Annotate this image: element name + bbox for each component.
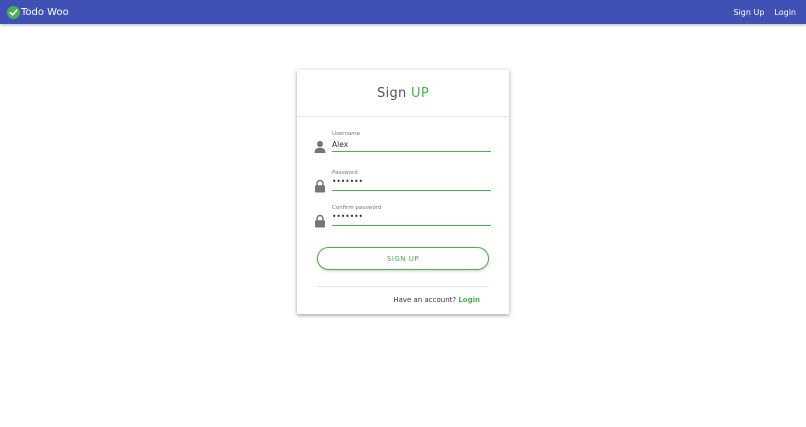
title-accent: UP bbox=[411, 85, 429, 101]
confirm-password-label: Confirm password bbox=[332, 205, 382, 211]
password-field: Password ••••••• bbox=[313, 170, 491, 196]
brand-name: Todo Woo bbox=[21, 6, 69, 18]
nav-links: Sign Up Login bbox=[733, 8, 796, 17]
navbar: Todo Woo Sign Up Login bbox=[0, 0, 806, 24]
username-field: Username bbox=[313, 131, 491, 157]
username-underline bbox=[332, 151, 491, 153]
have-account-text: Have an account? bbox=[393, 296, 457, 304]
user-icon bbox=[313, 139, 327, 153]
confirm-password-underline bbox=[332, 225, 491, 227]
divider bbox=[317, 286, 489, 287]
password-input[interactable]: ••••••• bbox=[332, 177, 491, 189]
login-link[interactable]: Login bbox=[458, 296, 480, 304]
password-label: Password bbox=[332, 170, 358, 176]
confirm-password-input[interactable]: ••••••• bbox=[332, 212, 491, 224]
checkmark-icon bbox=[7, 5, 20, 19]
login-prompt: Have an account? Login bbox=[393, 296, 480, 304]
nav-signup-link[interactable]: Sign Up bbox=[733, 8, 764, 17]
username-label: Username bbox=[332, 131, 361, 137]
card-header: Sign UP bbox=[297, 70, 509, 117]
nav-login-link[interactable]: Login bbox=[774, 8, 796, 17]
username-input[interactable] bbox=[332, 138, 491, 150]
signup-card: Sign UP Username Password ••••••• bbox=[297, 70, 509, 314]
lock-icon bbox=[313, 178, 327, 193]
confirm-password-field: Confirm password ••••••• bbox=[313, 205, 491, 231]
signup-button[interactable]: SIGN UP bbox=[317, 247, 489, 270]
password-underline bbox=[332, 190, 491, 192]
title-main: Sign bbox=[377, 85, 407, 101]
page-title: Sign UP bbox=[377, 86, 429, 101]
brand[interactable]: Todo Woo bbox=[7, 5, 69, 19]
lock-icon bbox=[313, 213, 327, 228]
